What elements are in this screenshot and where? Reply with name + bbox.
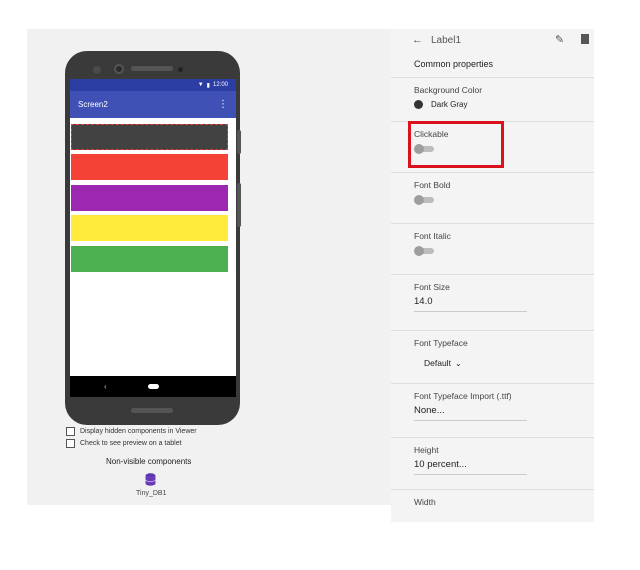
phone-camera: [114, 64, 124, 74]
height-input[interactable]: 10 percent...: [414, 459, 467, 470]
chevron-down-icon: ⌄: [454, 358, 462, 368]
font-bold-property: Font Bold: [391, 172, 594, 223]
font-typeface-import-property: Font Typeface Import (.ttf) None...: [391, 383, 594, 437]
property-label: Background Color: [414, 85, 483, 95]
nav-back-icon: ‹: [104, 382, 107, 391]
color-swatch[interactable]: [414, 100, 423, 109]
dropdown-value: Default: [424, 358, 451, 368]
label3-component[interactable]: [71, 185, 228, 211]
label1-component-selected[interactable]: [71, 124, 228, 150]
checkbox-icon[interactable]: [66, 427, 75, 436]
tablet-preview-label: Check to see preview on a tablet: [80, 440, 182, 447]
font-typeface-dropdown[interactable]: Default ⌄: [424, 358, 462, 368]
width-property: Width: [391, 489, 594, 522]
font-typeface-property: Font Typeface Default ⌄: [391, 330, 594, 383]
more-vert-icon: ⋮: [218, 98, 228, 110]
status-time: 12:00: [212, 82, 228, 88]
input-underline: [414, 420, 527, 421]
font-bold-toggle[interactable]: [414, 195, 434, 205]
property-label: Font Italic: [414, 231, 451, 241]
database-icon[interactable]: [145, 473, 156, 486]
component-name: Label1: [431, 35, 462, 46]
font-size-input[interactable]: 14.0: [414, 296, 433, 307]
screen-title: Screen2: [78, 100, 108, 109]
pencil-icon[interactable]: ✎: [555, 33, 564, 46]
checkbox-icon[interactable]: [66, 439, 75, 448]
nav-home-icon: [147, 384, 159, 389]
tablet-preview-checkbox-row[interactable]: Check to see preview on a tablet: [66, 439, 182, 448]
phone-bottom-speaker: [131, 408, 173, 413]
app-title-bar: Screen2 ⋮: [70, 91, 236, 118]
phone-front-camera: [178, 67, 183, 72]
back-arrow-icon[interactable]: ←: [412, 34, 423, 46]
wifi-icon: ▼: [197, 82, 204, 88]
property-label: Font Typeface: [414, 338, 468, 348]
properties-header: ← Label1 ✎: [391, 29, 594, 51]
android-nav-bar: ‹: [70, 376, 236, 397]
font-size-property: Font Size 14.0: [391, 274, 594, 330]
label5-component[interactable]: [71, 246, 228, 272]
nonvisible-components-title: Non-visible components: [106, 457, 192, 466]
label2-component[interactable]: [71, 154, 228, 180]
property-label: Font Typeface Import (.ttf): [414, 391, 512, 401]
phone-sensor: [93, 66, 101, 74]
phone-volume-button: [237, 183, 241, 227]
font-typeface-import-input[interactable]: None...: [414, 405, 445, 416]
color-value[interactable]: Dark Gray: [431, 100, 467, 109]
property-label: Font Bold: [414, 180, 451, 190]
property-label: Font Size: [414, 282, 450, 292]
property-label: Height: [414, 445, 439, 455]
height-property: Height 10 percent...: [391, 437, 594, 489]
label4-component[interactable]: [71, 215, 228, 241]
phone-power-button: [237, 130, 241, 154]
tinydb-label: Tiny_DB1: [136, 490, 167, 497]
input-underline: [414, 474, 527, 475]
common-properties-title: Common properties: [414, 59, 494, 69]
background-color-property[interactable]: Background Color Dark Gray: [391, 77, 594, 121]
phone-top-speaker: [131, 66, 173, 71]
font-italic-toggle[interactable]: [414, 246, 434, 256]
display-hidden-checkbox-row[interactable]: Display hidden components in Viewer: [66, 427, 197, 436]
font-italic-property: Font Italic: [391, 223, 594, 274]
property-label: Width: [414, 497, 436, 507]
input-underline: [414, 311, 527, 312]
clickable-highlight-box: [408, 121, 504, 168]
battery-icon: ▮: [206, 82, 210, 89]
status-bar: ▼ ▮ 12:00: [70, 79, 236, 91]
properties-panel: ← Label1 ✎ Common properties Background …: [391, 29, 594, 522]
display-hidden-label: Display hidden components in Viewer: [80, 428, 197, 435]
trash-icon[interactable]: [581, 34, 589, 44]
phone-screen: ▼ ▮ 12:00 Screen2 ⋮ ‹: [70, 79, 236, 397]
